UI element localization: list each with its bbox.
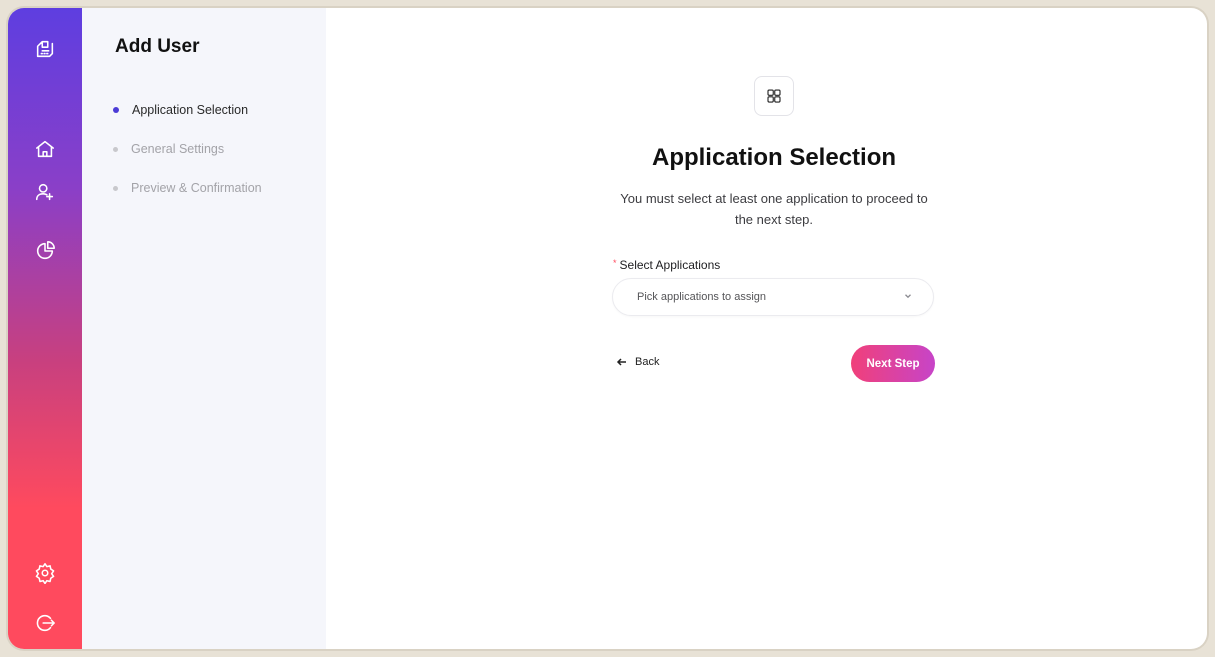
step-label: General Settings — [131, 142, 225, 156]
step-general-settings[interactable]: General Settings — [113, 139, 224, 159]
step-indicator-dot — [113, 107, 119, 113]
next-step-button[interactable]: Next Step — [851, 345, 935, 382]
select-placeholder: Pick applications to assign — [637, 291, 767, 303]
step-indicator-dot — [113, 185, 118, 191]
logout-icon[interactable] — [8, 608, 82, 638]
chevron-down-icon — [903, 288, 913, 306]
app-window: Add User Application Selection General S… — [8, 8, 1207, 649]
back-button[interactable]: Back — [616, 352, 659, 372]
grid-icon — [754, 76, 794, 116]
required-mark: * — [613, 258, 617, 268]
home-icon[interactable] — [8, 134, 82, 164]
section-description: You must select at least one application… — [620, 191, 928, 227]
steps-panel: Add User Application Selection General S… — [82, 8, 326, 649]
page-title: Add User — [115, 36, 200, 57]
arrow-left-icon — [616, 358, 626, 366]
back-label: Back — [635, 356, 660, 368]
step-label: Application Selection — [132, 103, 249, 117]
settings-icon[interactable] — [8, 558, 82, 588]
nav-rail — [8, 8, 82, 649]
step-label: Preview & Confirmation — [131, 181, 262, 195]
field-label-text: Select Applications — [619, 258, 721, 272]
main-content: Application Selection You must select at… — [326, 8, 1207, 649]
applications-select[interactable]: Pick applications to assign — [612, 278, 934, 316]
step-application-selection[interactable]: Application Selection — [113, 100, 248, 120]
step-indicator-dot — [113, 146, 118, 152]
step-preview-confirmation[interactable]: Preview & Confirmation — [113, 178, 262, 198]
users-icon[interactable] — [8, 177, 82, 207]
select-applications-label: * Select Applications — [613, 258, 720, 272]
logo-icon[interactable] — [8, 34, 82, 64]
section-heading: Application Selection — [651, 144, 897, 171]
pie-chart-icon[interactable] — [8, 236, 82, 266]
